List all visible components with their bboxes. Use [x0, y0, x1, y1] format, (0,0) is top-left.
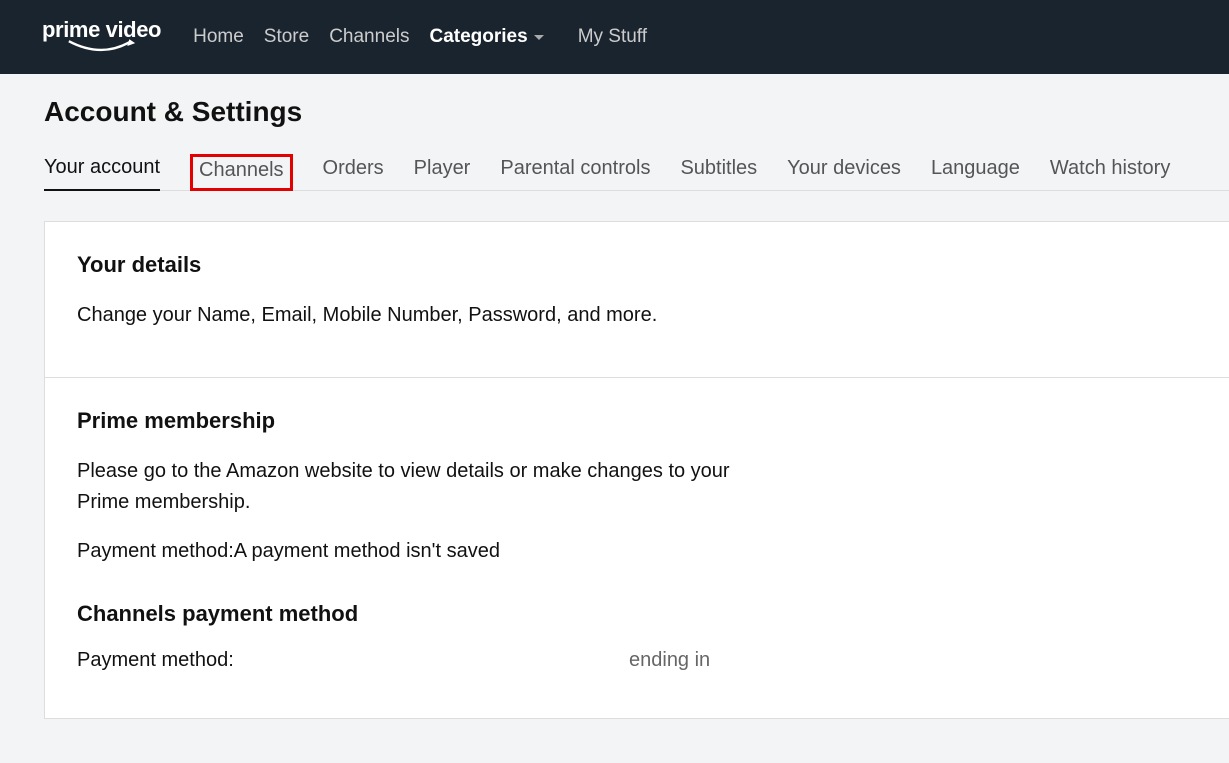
- nav-categories[interactable]: Categories: [429, 26, 543, 48]
- top-nav: prime video Home Store Channels Categori…: [0, 0, 1229, 74]
- logo[interactable]: prime video: [42, 17, 161, 57]
- smile-icon: [63, 39, 141, 57]
- section-channels-payment: Channels payment method Payment method: …: [77, 601, 1197, 672]
- channels-payment-label: Payment method:: [77, 649, 629, 672]
- caret-down-icon: [534, 35, 544, 40]
- channels-payment-row: Payment method: ending in: [77, 649, 1197, 672]
- your-details-description: Change your Name, Email, Mobile Number, …: [77, 300, 737, 331]
- tab-watch-history[interactable]: Watch history: [1050, 157, 1170, 190]
- prime-payment-value: A payment method isn't saved: [234, 540, 500, 562]
- channels-payment-title: Channels payment method: [77, 601, 1197, 627]
- tabs-row: Your account Channels Orders Player Pare…: [44, 154, 1229, 191]
- prime-membership-description: Please go to the Amazon website to view …: [77, 456, 737, 518]
- section-prime-membership: Prime membership Please go to the Amazon…: [45, 378, 1229, 718]
- tab-your-devices[interactable]: Your devices: [787, 157, 901, 190]
- content-panel: Your details Change your Name, Email, Mo…: [44, 221, 1229, 719]
- nav-store[interactable]: Store: [264, 26, 309, 48]
- nav-mystuff[interactable]: My Stuff: [578, 26, 647, 48]
- tab-your-account[interactable]: Your account: [44, 156, 160, 191]
- page-container: Account & Settings Your account Channels…: [0, 74, 1229, 719]
- nav-items: Home Store Channels Categories My Stuff: [193, 26, 647, 48]
- prime-payment-row: Payment method:A payment method isn't sa…: [77, 540, 1197, 563]
- tab-language[interactable]: Language: [931, 157, 1020, 190]
- tab-player[interactable]: Player: [414, 157, 471, 190]
- tab-channels[interactable]: Channels: [190, 154, 293, 191]
- nav-home[interactable]: Home: [193, 26, 244, 48]
- nav-channels[interactable]: Channels: [329, 26, 409, 48]
- tab-parental-controls[interactable]: Parental controls: [500, 157, 650, 190]
- tab-orders[interactable]: Orders: [323, 157, 384, 190]
- your-details-title: Your details: [77, 252, 1197, 278]
- page-title: Account & Settings: [44, 96, 1229, 128]
- tab-subtitles[interactable]: Subtitles: [680, 157, 757, 190]
- section-your-details[interactable]: Your details Change your Name, Email, Mo…: [45, 222, 1229, 378]
- prime-membership-title: Prime membership: [77, 408, 1197, 434]
- channels-payment-value: ending in: [629, 649, 710, 672]
- prime-payment-label: Payment method:: [77, 540, 234, 562]
